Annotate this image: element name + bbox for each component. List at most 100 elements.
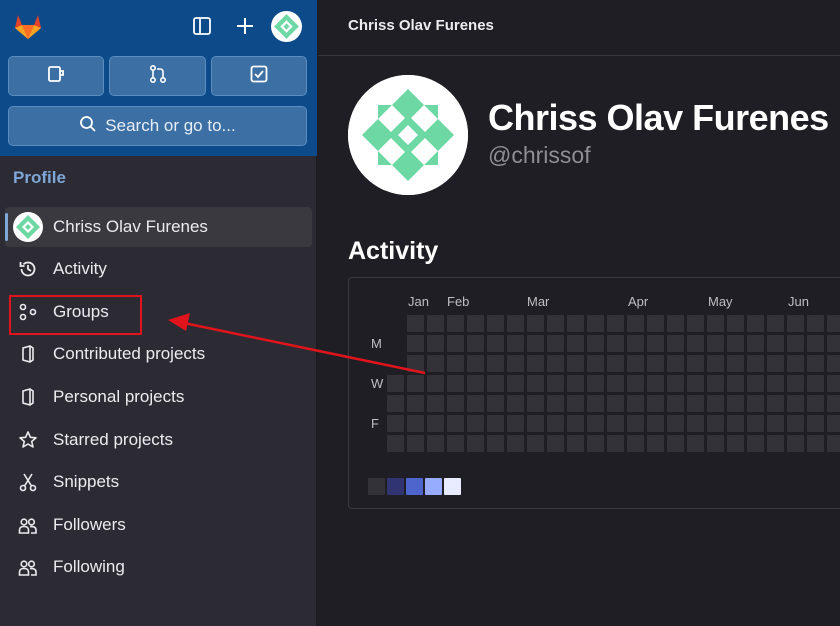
calendar-day-cell[interactable] [827,415,840,432]
calendar-day-cell[interactable] [827,395,840,412]
calendar-day-cell[interactable] [627,435,644,452]
calendar-day-cell[interactable] [447,355,464,372]
calendar-day-cell[interactable] [767,415,784,432]
sidebar-item-snippets[interactable]: Snippets [5,462,312,502]
plus-icon[interactable] [230,11,260,41]
calendar-day-cell[interactable] [647,355,664,372]
breadcrumb[interactable]: Chriss Olav Furenes [348,17,494,34]
calendar-day-cell[interactable] [487,435,504,452]
calendar-day-cell[interactable] [707,315,724,332]
calendar-day-cell[interactable] [787,315,804,332]
calendar-day-cell[interactable] [487,335,504,352]
calendar-day-cell[interactable] [727,375,744,392]
calendar-day-cell[interactable] [427,435,444,452]
calendar-day-cell[interactable] [487,315,504,332]
calendar-day-cell[interactable] [407,315,424,332]
sidebar-item-activity[interactable]: Activity [5,249,312,289]
calendar-day-cell[interactable] [727,335,744,352]
calendar-day-cell[interactable] [647,375,664,392]
calendar-day-cell[interactable] [587,315,604,332]
calendar-day-cell[interactable] [467,335,484,352]
calendar-day-cell[interactable] [827,375,840,392]
calendar-day-cell[interactable] [567,315,584,332]
calendar-day-cell[interactable] [467,435,484,452]
calendar-day-cell[interactable] [727,435,744,452]
calendar-day-cell[interactable] [427,335,444,352]
calendar-day-cell[interactable] [507,335,524,352]
calendar-day-cell[interactable] [407,355,424,372]
todos-button[interactable] [211,56,307,96]
calendar-day-cell[interactable] [627,415,644,432]
calendar-day-cell[interactable] [587,435,604,452]
calendar-day-cell[interactable] [767,335,784,352]
gitlab-logo-icon[interactable] [11,9,45,43]
calendar-day-cell[interactable] [687,415,704,432]
calendar-day-cell[interactable] [767,435,784,452]
calendar-day-cell[interactable] [587,395,604,412]
calendar-day-cell[interactable] [647,315,664,332]
calendar-day-cell[interactable] [527,435,544,452]
calendar-day-cell[interactable] [387,395,404,412]
calendar-day-cell[interactable] [487,395,504,412]
calendar-day-cell[interactable] [787,435,804,452]
search-button[interactable]: Search or go to... [8,106,307,146]
calendar-day-cell[interactable] [567,375,584,392]
calendar-day-cell[interactable] [427,375,444,392]
calendar-day-cell[interactable] [787,395,804,412]
calendar-day-cell[interactable] [667,375,684,392]
calendar-day-cell[interactable] [587,355,604,372]
calendar-day-cell[interactable] [507,355,524,372]
calendar-day-cell[interactable] [527,395,544,412]
sidebar-item-starred-projects[interactable]: Starred projects [5,420,312,460]
calendar-day-cell[interactable] [707,415,724,432]
calendar-day-cell[interactable] [807,355,824,372]
user-avatar[interactable] [271,11,302,42]
calendar-day-cell[interactable] [407,435,424,452]
calendar-day-cell[interactable] [707,375,724,392]
calendar-day-cell[interactable] [607,415,624,432]
calendar-day-cell[interactable] [727,395,744,412]
calendar-day-cell[interactable] [787,335,804,352]
calendar-day-cell[interactable] [547,355,564,372]
calendar-day-cell[interactable] [547,415,564,432]
calendar-day-cell[interactable] [407,415,424,432]
calendar-day-cell[interactable] [787,415,804,432]
calendar-day-cell[interactable] [487,355,504,372]
calendar-day-cell[interactable] [427,395,444,412]
calendar-day-cell[interactable] [767,395,784,412]
calendar-day-cell[interactable] [567,355,584,372]
calendar-day-cell[interactable] [527,375,544,392]
calendar-day-cell[interactable] [687,355,704,372]
calendar-day-cell[interactable] [447,315,464,332]
calendar-day-cell[interactable] [547,395,564,412]
calendar-day-cell[interactable] [427,355,444,372]
calendar-day-cell[interactable] [567,335,584,352]
calendar-day-cell[interactable] [747,315,764,332]
merge-requests-button[interactable] [109,56,206,96]
calendar-day-cell[interactable] [447,375,464,392]
sidebar-item-following[interactable]: Following [5,547,312,587]
calendar-day-cell[interactable] [627,335,644,352]
calendar-day-cell[interactable] [807,335,824,352]
calendar-day-cell[interactable] [827,335,840,352]
calendar-day-cell[interactable] [727,415,744,432]
calendar-day-cell[interactable] [467,315,484,332]
calendar-day-cell[interactable] [547,335,564,352]
calendar-day-cell[interactable] [407,395,424,412]
calendar-day-cell[interactable] [747,415,764,432]
calendar-day-cell[interactable] [827,435,840,452]
calendar-day-cell[interactable] [667,335,684,352]
calendar-day-cell[interactable] [627,395,644,412]
calendar-day-cell[interactable] [607,355,624,372]
calendar-day-cell[interactable] [747,395,764,412]
calendar-day-cell[interactable] [767,355,784,372]
calendar-day-cell[interactable] [787,355,804,372]
calendar-day-cell[interactable] [447,415,464,432]
calendar-day-cell[interactable] [727,355,744,372]
calendar-day-cell[interactable] [707,355,724,372]
issues-button[interactable] [8,56,104,96]
calendar-day-cell[interactable] [467,415,484,432]
calendar-day-cell[interactable] [387,435,404,452]
calendar-day-cell[interactable] [667,435,684,452]
calendar-day-cell[interactable] [607,375,624,392]
